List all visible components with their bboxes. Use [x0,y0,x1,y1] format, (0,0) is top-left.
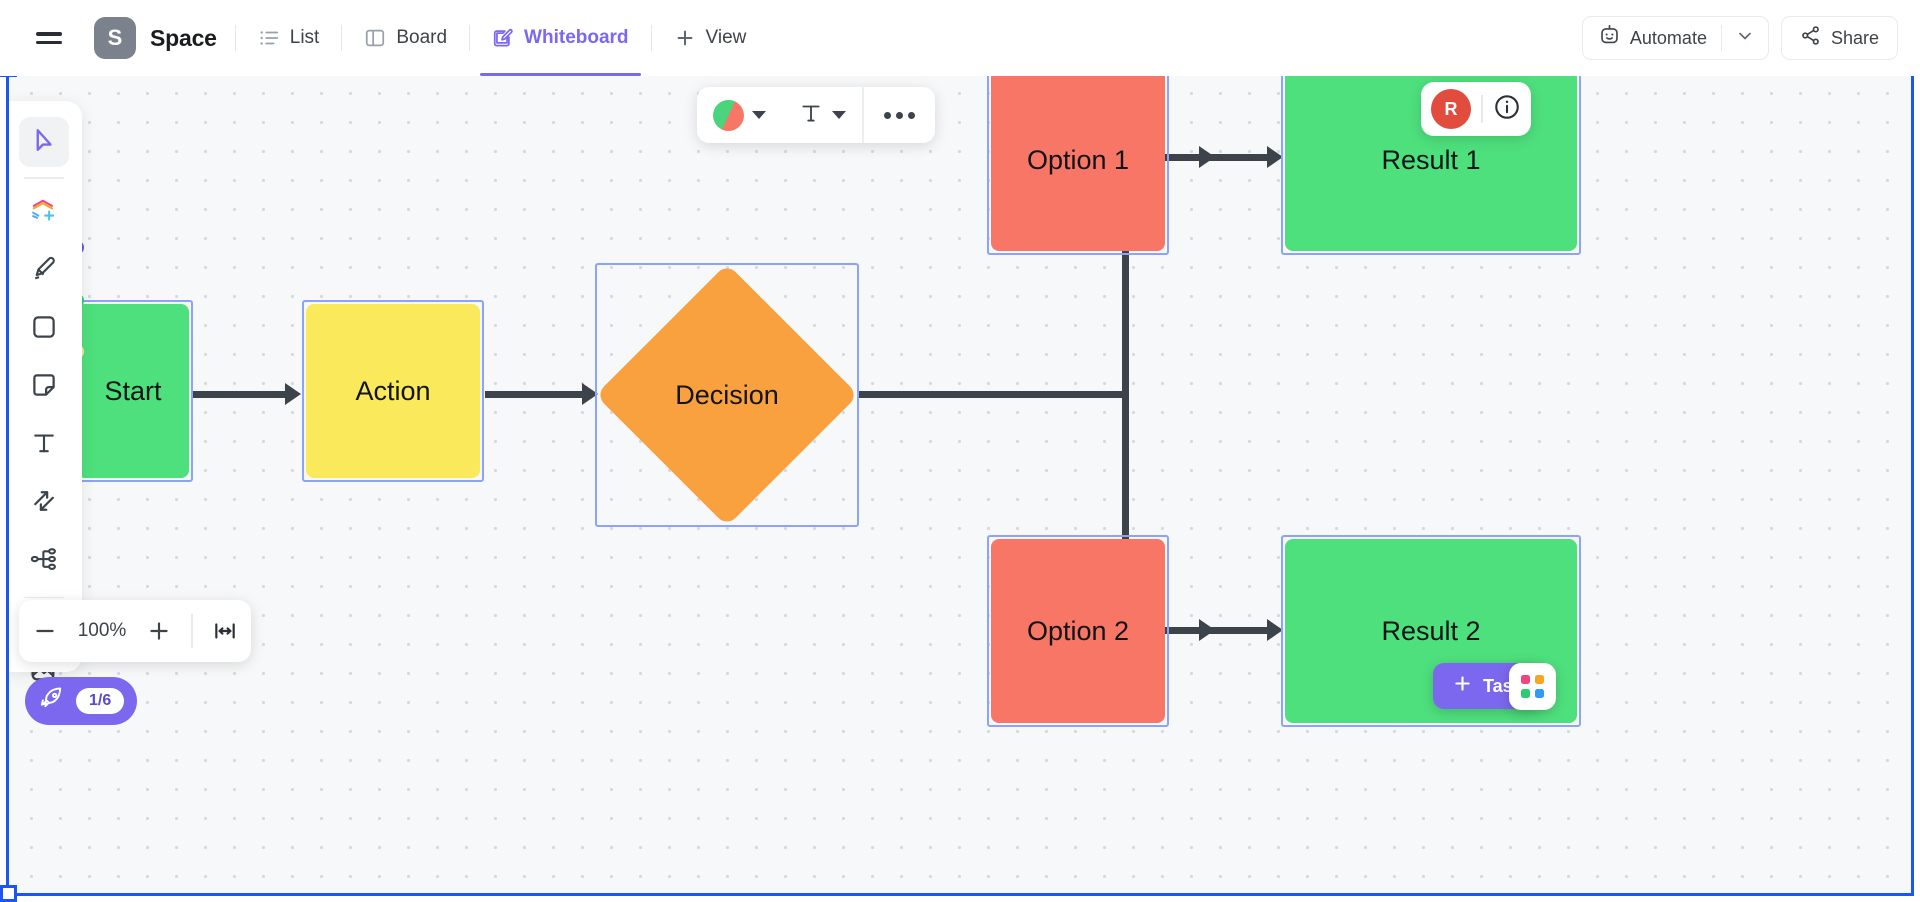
tab-add-view-label: View [705,27,747,48]
connector-decision-trunk[interactable] [859,391,1129,398]
selection-handle-bottom-left[interactable] [0,885,17,902]
automate-button[interactable]: Automate [1581,16,1769,60]
more-horizontal-icon[interactable] [864,111,935,119]
rectangle-tool[interactable] [19,305,69,355]
connector-start-action[interactable] [191,391,291,398]
share-icon [1800,25,1821,51]
tab-add-view[interactable]: View [670,0,751,76]
divider [341,25,343,51]
divider [24,596,64,598]
text-format-picker[interactable] [782,87,862,143]
divider [650,25,652,51]
whiteboard-icon [492,27,514,49]
fill-color-picker[interactable] [697,87,782,143]
tab-board-label: Board [396,27,448,48]
app-grid-icon [1521,675,1544,698]
connector-tool[interactable] [19,479,69,529]
space-avatar[interactable]: S [94,17,136,59]
sticky-note-tool[interactable] [19,363,69,413]
plus-icon [1452,673,1473,699]
shape-label-result1: Result 1 [1381,144,1481,175]
divider [24,177,64,179]
share-button[interactable]: Share [1780,16,1898,60]
text-t-icon [29,428,59,463]
mindmap-tool[interactable] [19,537,69,587]
divider [469,25,471,51]
tool-panel [9,101,82,672]
fit-to-screen-button[interactable] [199,600,251,662]
shape-action[interactable]: Action [306,304,480,478]
shapes-add-tool[interactable] [19,189,69,239]
tab-list[interactable]: List [254,0,324,76]
automate-dropdown[interactable] [1722,26,1768,51]
text-format-icon [798,100,824,131]
zoom-in-button[interactable] [133,600,185,662]
zoom-level-label[interactable]: 100% [71,620,133,642]
space-name-label: Space [150,24,217,51]
chevron-down-icon [832,111,846,119]
divider [234,25,236,51]
layers-plus-icon [28,195,60,232]
square-icon [29,312,59,347]
arrows-icon [29,486,59,521]
select-tool[interactable] [19,117,69,167]
whiteboard-canvas[interactable]: Start Action Decision Option 1 Option 2 [9,69,1911,893]
divider [1481,95,1483,123]
mindmap-icon [29,544,59,579]
rocket-icon [38,685,65,717]
divider [191,614,193,648]
tab-whiteboard-label: Whiteboard [524,27,629,48]
shape-option2[interactable]: Option 2 [991,539,1165,723]
connector-option2-result2[interactable] [1179,627,1274,634]
highlighter-icon [29,254,59,289]
shape-label-decision: Decision [675,379,779,410]
robot-icon [1598,24,1621,52]
zoom-controls: 100% [19,600,251,662]
onboarding-progress-badge[interactable]: 1/6 [25,677,138,725]
info-icon[interactable] [1493,93,1521,126]
plus-icon [674,27,696,49]
tab-whiteboard[interactable]: Whiteboard [480,0,641,76]
tab-list-label: List [289,27,320,48]
shape-label-option1: Option 1 [1026,144,1130,175]
color-swatch-icon [713,99,744,131]
shape-option1[interactable]: Option 1 [991,69,1165,251]
whiteboard-app: S Space List Board Whiteboard View Autom… [0,0,1920,902]
text-tool[interactable] [19,421,69,471]
automate-main[interactable]: Automate [1583,17,1721,59]
share-label: Share [1830,27,1879,48]
automate-label: Automate [1629,27,1707,48]
tab-board[interactable]: Board [360,0,451,76]
cursor-icon [29,125,59,160]
pen-tool[interactable] [19,247,69,297]
shape-label-action: Action [355,375,431,406]
board-icon [364,27,386,49]
shape-label-option2: Option 2 [1026,615,1130,646]
arrowhead-start-action [285,383,301,405]
onboarding-progress-count: 1/6 [76,688,125,714]
format-toolbar [697,87,935,143]
chevron-down-icon [752,111,766,119]
list-icon [258,27,280,49]
shape-label-result2: Result 2 [1381,615,1481,646]
avatar[interactable]: R [1431,89,1471,129]
hamburger-menu-icon[interactable] [36,21,70,55]
top-navigation-bar: S Space List Board Whiteboard View Autom… [0,0,1920,76]
connector-action-decision[interactable] [485,391,590,398]
shape-decision[interactable]: Decision [595,263,859,527]
app-switcher-button[interactable] [1509,663,1556,710]
chevron-down-icon [1735,26,1755,51]
sticky-note-icon [29,370,59,405]
zoom-out-button[interactable] [19,600,71,662]
presence-bar: R [1421,82,1531,136]
canvas-selection-frame: Start Action Decision Option 1 Option 2 [0,60,1914,902]
shape-start[interactable]: Start [77,304,189,478]
shape-label-start: Start [104,375,162,406]
connector-option1-result1[interactable] [1179,154,1274,161]
